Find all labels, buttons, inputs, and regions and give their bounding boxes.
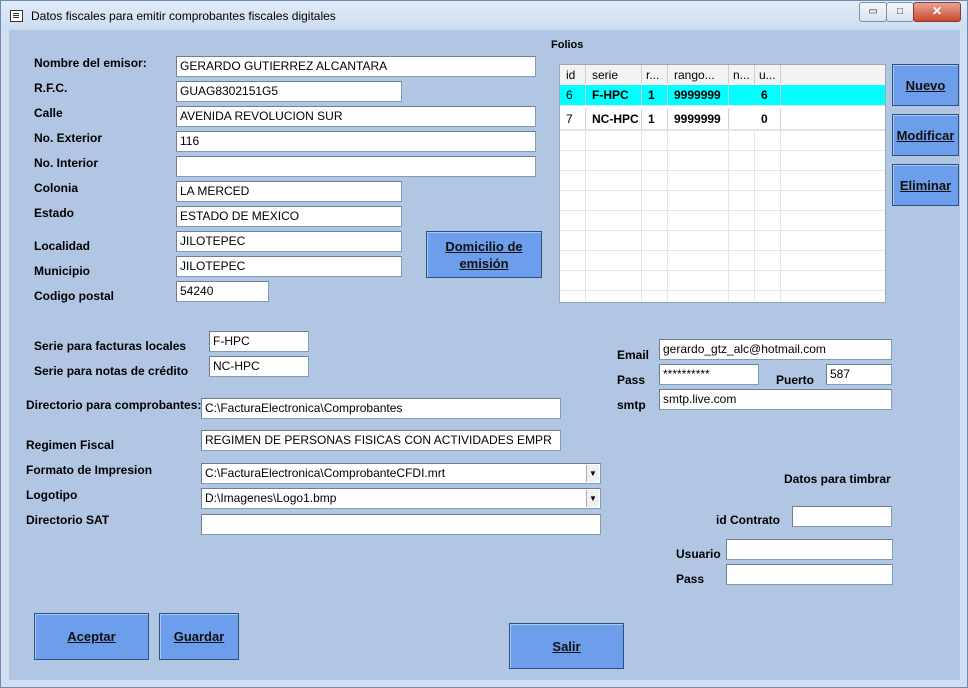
formato-select[interactable]: C:\FacturaElectronica\ComprobanteCFDI.mr… bbox=[201, 463, 601, 484]
sat-field[interactable] bbox=[201, 514, 601, 535]
calle-field[interactable]: AVENIDA REVOLUCION SUR bbox=[176, 106, 536, 127]
chevron-down-icon[interactable]: ▼ bbox=[586, 490, 599, 507]
domicilio-emision-button[interactable]: Domicilio de emisión bbox=[426, 231, 542, 278]
aceptar-button[interactable]: Aceptar bbox=[34, 613, 149, 660]
timbrar-pass-field[interactable] bbox=[726, 564, 893, 585]
column-header-n[interactable]: n... bbox=[729, 65, 755, 85]
regimen-label: Regimen Fiscal bbox=[26, 438, 115, 452]
email-field[interactable]: gerardo_gtz_alc@hotmail.com bbox=[659, 339, 892, 360]
folios-grid-header: id serie r... rango... n... u... bbox=[560, 65, 885, 86]
cp-field[interactable]: 54240 bbox=[176, 281, 269, 302]
puerto-label: Puerto bbox=[776, 373, 815, 387]
email-label: Email bbox=[617, 348, 650, 362]
nombre-label: Nombre del emisor: bbox=[34, 56, 147, 70]
maximize-button[interactable]: □ bbox=[886, 2, 914, 22]
minimize-button[interactable]: ▭ bbox=[859, 2, 887, 22]
cp-label: Codigo postal bbox=[34, 289, 114, 303]
no-interior-label: No. Interior bbox=[34, 156, 99, 170]
localidad-field[interactable]: JILOTEPEC bbox=[176, 231, 402, 252]
timbrar-pass-label: Pass bbox=[676, 572, 705, 586]
column-header-u[interactable]: u... bbox=[755, 65, 781, 85]
folios-label: Folios bbox=[551, 39, 584, 51]
folios-grid[interactable]: id serie r... rango... n... u... 6 F-HPC… bbox=[559, 64, 886, 303]
serie-facturas-label: Serie para facturas locales bbox=[34, 339, 187, 353]
serie-notas-label: Serie para notas de crédito bbox=[34, 364, 189, 378]
rfc-field[interactable]: GUAG8302151G5 bbox=[176, 81, 402, 102]
colonia-field[interactable]: LA MERCED bbox=[176, 181, 402, 202]
smtp-field[interactable]: smtp.live.com bbox=[659, 389, 892, 410]
chevron-down-icon[interactable]: ▼ bbox=[586, 465, 599, 482]
column-header-serie[interactable]: serie bbox=[586, 65, 642, 85]
formato-value: C:\FacturaElectronica\ComprobanteCFDI.mr… bbox=[205, 466, 446, 480]
logotipo-value: D:\Imagenes\Logo1.bmp bbox=[205, 491, 337, 505]
nombre-field[interactable]: GERARDO GUTIERREZ ALCANTARA bbox=[176, 56, 536, 77]
sat-label: Directorio SAT bbox=[26, 513, 110, 527]
column-header-rango[interactable]: rango... bbox=[668, 65, 729, 85]
cell-u: 6 bbox=[755, 85, 781, 105]
calle-label: Calle bbox=[34, 106, 63, 120]
domicilio-line1: Domicilio de bbox=[445, 238, 523, 254]
column-header-id[interactable]: id bbox=[560, 65, 586, 85]
salir-button[interactable]: Salir bbox=[509, 623, 624, 669]
empty-grid-area bbox=[560, 130, 885, 302]
cell-id: 7 bbox=[560, 109, 586, 129]
cell-r: 1 bbox=[642, 85, 668, 105]
cell-u: 0 bbox=[755, 109, 781, 129]
serie-facturas-field[interactable]: F-HPC bbox=[209, 331, 309, 352]
cell-serie: F-HPC bbox=[586, 85, 642, 105]
eliminar-button[interactable]: Eliminar bbox=[892, 164, 959, 206]
contrato-field[interactable] bbox=[792, 506, 892, 527]
colonia-label: Colonia bbox=[34, 181, 78, 195]
regimen-field[interactable]: REGIMEN DE PERSONAS FISICAS CON ACTIVIDA… bbox=[201, 430, 561, 451]
smtp-label: smtp bbox=[617, 398, 646, 412]
table-row[interactable]: 7 NC-HPC 1 9999999 0 bbox=[560, 109, 885, 130]
domicilio-line2: emisión bbox=[459, 255, 509, 271]
logotipo-select[interactable]: D:\Imagenes\Logo1.bmp ▼ bbox=[201, 488, 601, 509]
close-button[interactable]: ✕ bbox=[913, 2, 961, 22]
directorio-field[interactable]: C:\FacturaElectronica\Comprobantes bbox=[201, 398, 561, 419]
formato-label: Formato de Impresion bbox=[26, 463, 153, 477]
timbrar-title: Datos para timbrar bbox=[784, 472, 891, 486]
email-pass-field[interactable]: ********** bbox=[659, 364, 759, 385]
cell-rango: 9999999 bbox=[668, 109, 729, 129]
title-bar: Datos fiscales para emitir comprobantes … bbox=[1, 1, 967, 30]
cell-id: 6 bbox=[560, 85, 586, 105]
nuevo-button[interactable]: Nuevo bbox=[892, 64, 959, 106]
contrato-label: id Contrato bbox=[716, 513, 780, 527]
no-exterior-label: No. Exterior bbox=[34, 131, 103, 145]
cell-rango: 9999999 bbox=[668, 85, 729, 105]
window-app-icon bbox=[10, 10, 23, 22]
form-body: Nombre del emisor: GERARDO GUTIERREZ ALC… bbox=[9, 30, 960, 680]
municipio-label: Municipio bbox=[34, 264, 90, 278]
logotipo-label: Logotipo bbox=[26, 488, 78, 502]
rfc-label: R.F.C. bbox=[34, 81, 68, 95]
usuario-field[interactable] bbox=[726, 539, 893, 560]
puerto-field[interactable]: 587 bbox=[826, 364, 892, 385]
no-exterior-field[interactable]: 116 bbox=[176, 131, 536, 152]
estado-label: Estado bbox=[34, 206, 75, 220]
main-window: Datos fiscales para emitir comprobantes … bbox=[0, 0, 968, 688]
column-header-r[interactable]: r... bbox=[642, 65, 668, 85]
no-interior-field[interactable] bbox=[176, 156, 536, 177]
usuario-label: Usuario bbox=[676, 547, 721, 561]
table-row[interactable]: 6 F-HPC 1 9999999 6 bbox=[560, 85, 885, 106]
serie-notas-field[interactable]: NC-HPC bbox=[209, 356, 309, 377]
cell-r: 1 bbox=[642, 109, 668, 129]
guardar-button[interactable]: Guardar bbox=[159, 613, 239, 660]
email-pass-label: Pass bbox=[617, 373, 646, 387]
modificar-button[interactable]: Modificar bbox=[892, 114, 959, 156]
window-title: Datos fiscales para emitir comprobantes … bbox=[31, 9, 336, 23]
municipio-field[interactable]: JILOTEPEC bbox=[176, 256, 402, 277]
localidad-label: Localidad bbox=[34, 239, 91, 253]
directorio-label: Directorio para comprobantes: bbox=[26, 398, 202, 412]
estado-field[interactable]: ESTADO DE MEXICO bbox=[176, 206, 402, 227]
cell-serie: NC-HPC bbox=[586, 109, 642, 129]
